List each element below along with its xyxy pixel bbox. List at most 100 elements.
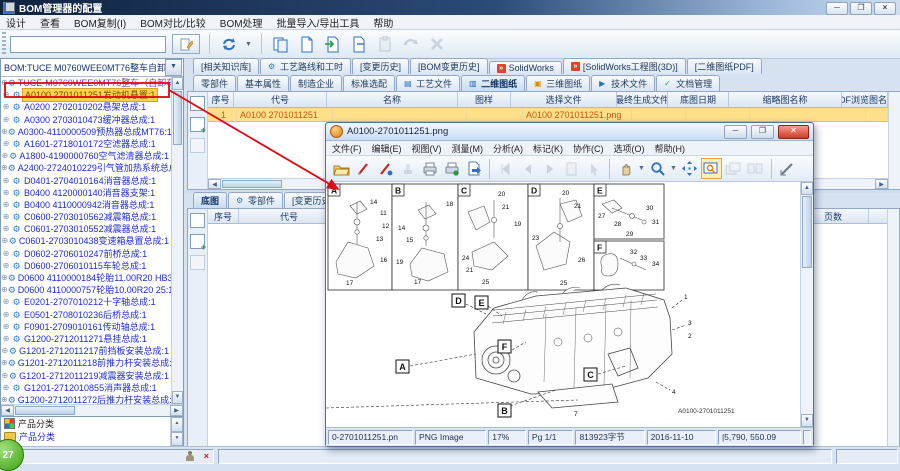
viewer-menu-item[interactable]: 分析(A) bbox=[493, 142, 523, 155]
top-tab[interactable]: [二维图纸PDF] bbox=[687, 58, 762, 74]
markup-pen-icon[interactable] bbox=[354, 159, 373, 178]
tree-item[interactable]: G1201-2712010855消声器总成:1 bbox=[1, 382, 171, 394]
viewer-vscrollbar[interactable]: ▲ ▼ bbox=[800, 182, 813, 427]
sub-tab[interactable]: 文档管理 bbox=[656, 75, 720, 91]
open-folder-icon[interactable] bbox=[332, 159, 351, 178]
viewer-menu-item[interactable]: 选项(O) bbox=[614, 142, 645, 155]
tree-expander-icon[interactable] bbox=[1, 296, 11, 308]
tree-item[interactable]: A2400-2724010229引气管加热系统总成:1 bbox=[1, 162, 171, 174]
tree-expander-icon[interactable] bbox=[1, 199, 11, 211]
tree-item[interactable]: G1201-2712011217前挡板安装总成:1 bbox=[1, 345, 171, 357]
column-header[interactable]: 序号 bbox=[208, 92, 234, 107]
viewer-menu-item[interactable]: 帮助(H) bbox=[655, 142, 686, 155]
tree-expander-icon[interactable] bbox=[1, 248, 11, 260]
export-doc-icon[interactable] bbox=[349, 34, 369, 54]
tree-expander-icon[interactable] bbox=[1, 114, 11, 126]
refresh-bom-icon[interactable] bbox=[219, 34, 239, 54]
tree-item[interactable]: D0602-2706010247前桥总成:1 bbox=[1, 248, 171, 260]
print-setup-icon[interactable] bbox=[442, 159, 461, 178]
import-doc-icon[interactable] bbox=[323, 34, 343, 54]
add-row-icon[interactable] bbox=[190, 96, 205, 111]
viewer-canvas[interactable]: A B C D E F bbox=[326, 182, 800, 427]
refresh-dropdown-icon[interactable]: ▼ bbox=[245, 41, 252, 48]
bom-combo[interactable]: BOM:TUCE M0760WEE0MT76整车自卸车系 ▼ bbox=[1, 59, 183, 77]
tree-hscrollbar[interactable]: ◀ ▶ bbox=[1, 404, 183, 416]
tree-item[interactable]: G1201-2712011219减震器安装总成:1 bbox=[1, 370, 171, 382]
scroll-down-icon[interactable]: ▼ bbox=[801, 414, 813, 427]
zoom-dropdown-icon[interactable]: ▼ bbox=[670, 165, 677, 172]
attach-file-icon[interactable] bbox=[190, 234, 205, 249]
tree-expander-icon[interactable] bbox=[1, 175, 11, 187]
viewer-maximize-button[interactable]: ❐ bbox=[751, 125, 774, 139]
tree-expander-icon[interactable] bbox=[1, 345, 9, 357]
top-tab[interactable]: [SolidWorks工程图(3D)] bbox=[563, 58, 686, 74]
sub-tab[interactable]: 标准选配 bbox=[343, 75, 395, 91]
column-header[interactable]: 名称 bbox=[327, 92, 458, 107]
attach-file-icon[interactable] bbox=[190, 117, 205, 132]
sub-tab[interactable]: 基本属性 bbox=[237, 75, 289, 91]
sub-tab[interactable]: 二维图纸 bbox=[461, 75, 525, 91]
tree-item[interactable]: G1200-2712011272后推力杆安装总成:1 bbox=[1, 394, 171, 404]
tree-expander-icon[interactable] bbox=[1, 357, 8, 369]
zoom-magnifier-icon[interactable] bbox=[648, 159, 667, 178]
viewer-minimize-button[interactable]: ─ bbox=[724, 125, 747, 139]
viewer-menu-item[interactable]: 测量(M) bbox=[452, 142, 484, 155]
spin-up-icon[interactable]: ▲ bbox=[171, 417, 183, 432]
sub-tab[interactable]: 制造企业 bbox=[290, 75, 342, 91]
tree-item[interactable]: A0300-4110000509预热器总成MT76:1 bbox=[1, 126, 171, 138]
scroll-up-icon[interactable]: ▲ bbox=[801, 182, 813, 195]
tree-item[interactable]: A0300 2703010473缓冲器总成:1 bbox=[1, 114, 171, 126]
pan-hand-icon[interactable] bbox=[616, 159, 635, 178]
tree-expander-icon[interactable] bbox=[1, 321, 11, 333]
restore-button[interactable]: ❐ bbox=[850, 2, 872, 15]
tree-vscrollbar[interactable]: ▲ ▼ bbox=[171, 77, 183, 404]
tree-expander-icon[interactable] bbox=[1, 309, 11, 321]
tree-expander-icon[interactable] bbox=[1, 382, 11, 394]
category-group[interactable]: 产品分类 bbox=[1, 417, 170, 430]
tree-expander-icon[interactable] bbox=[1, 333, 11, 345]
viewer-menu-item[interactable]: 编辑(E) bbox=[372, 142, 402, 155]
tree-expander-icon[interactable] bbox=[1, 235, 9, 247]
tree-item[interactable]: A0200 2702010202悬架总成:1 bbox=[1, 101, 171, 113]
tree-item[interactable]: D0401-2704010164消音器总成:1 bbox=[1, 175, 171, 187]
sub-tab[interactable]: 工艺文件 bbox=[396, 75, 460, 91]
spin-down-icon[interactable]: ▼ bbox=[171, 432, 183, 447]
scroll-thumb[interactable] bbox=[15, 406, 75, 415]
pan-dropdown-icon[interactable]: ▼ bbox=[638, 165, 645, 172]
measure-icon[interactable] bbox=[778, 159, 797, 178]
viewer-menu-item[interactable]: 标记(K) bbox=[533, 142, 563, 155]
scroll-right-icon[interactable]: ▶ bbox=[875, 179, 888, 189]
tree-item[interactable]: A1601-2718010172空滤器总成:1 bbox=[1, 138, 171, 150]
viewer-titlebar[interactable]: A0100-2701011251.png ─ ❐ ✕ bbox=[326, 123, 813, 141]
column-header[interactable]: 底图日期 bbox=[668, 92, 729, 107]
tree-expander-icon[interactable] bbox=[1, 223, 11, 235]
scroll-thumb[interactable] bbox=[802, 196, 812, 268]
menu-item[interactable]: 查看 bbox=[40, 15, 60, 30]
tree-item[interactable]: E0501-2708010236后桥总成:1 bbox=[1, 309, 171, 321]
search-input[interactable] bbox=[10, 36, 166, 53]
scroll-up-icon[interactable]: ▲ bbox=[172, 77, 183, 90]
tree-item[interactable]: C0601-2703010552减震器总成:1 bbox=[1, 223, 171, 235]
tree-item[interactable]: A0100 2701011251发动机悬置:1 bbox=[1, 89, 171, 101]
scroll-thumb[interactable] bbox=[222, 180, 282, 188]
tree-item[interactable]: E0201-2707010212十字轴总成:1 bbox=[1, 296, 171, 308]
sub-tab[interactable]: 零部件 bbox=[193, 75, 236, 91]
tree-item[interactable]: F0901-2709010161传动轴总成:1 bbox=[1, 321, 171, 333]
tree-item[interactable]: G1200-2712011271悬挂总成:1 bbox=[1, 333, 171, 345]
tree-item[interactable]: D0600 4110000757轮胎10.00R20 25:1 bbox=[1, 284, 171, 296]
print-icon[interactable] bbox=[420, 159, 439, 178]
sub-tab[interactable]: 技术文件 bbox=[591, 75, 655, 91]
sub-tab[interactable]: 三维图纸 bbox=[526, 75, 590, 91]
scroll-left-icon[interactable]: ◀ bbox=[208, 179, 221, 189]
menu-item[interactable]: BOM处理 bbox=[220, 15, 263, 30]
category-spinner[interactable]: ▲ ▼ bbox=[170, 417, 183, 446]
tree-expander-icon[interactable] bbox=[1, 284, 8, 296]
tree-expander-icon[interactable] bbox=[1, 394, 8, 404]
lower-tab[interactable]: 零部件 bbox=[228, 192, 283, 208]
category-item[interactable]: 产品分类 bbox=[1, 430, 170, 443]
tree-expander-icon[interactable] bbox=[1, 150, 9, 162]
menu-item[interactable]: 设计 bbox=[6, 15, 26, 30]
minimize-button[interactable]: ─ bbox=[826, 2, 848, 15]
menu-item[interactable]: BOM对比/比较 bbox=[140, 15, 206, 30]
viewer-menu-item[interactable]: 视图(V) bbox=[412, 142, 442, 155]
